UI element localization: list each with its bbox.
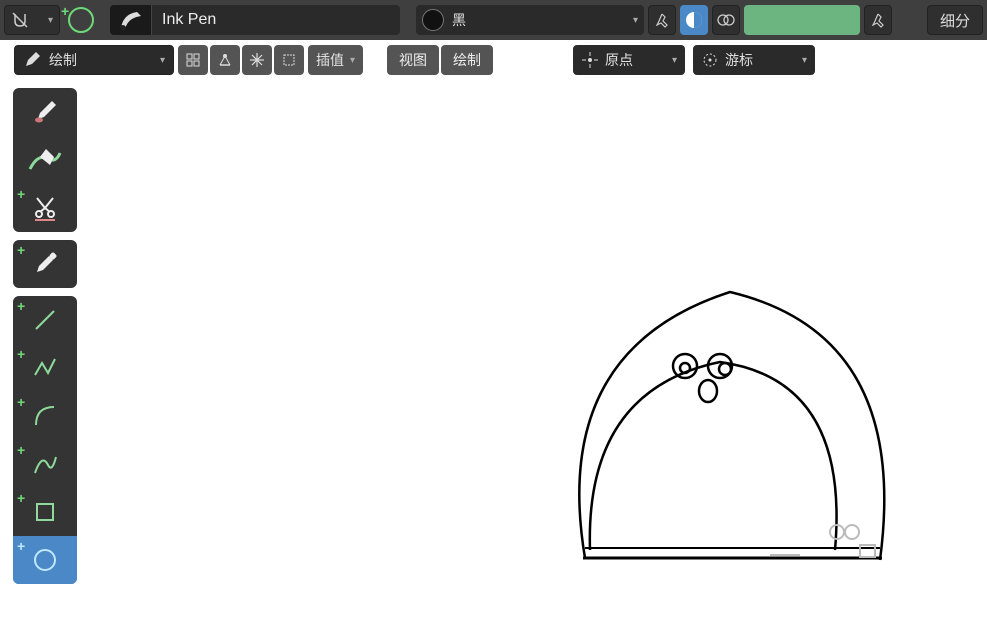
guide-dropdown[interactable]: 游标 ▾ (693, 45, 815, 75)
plus-icon: + (17, 538, 25, 554)
guide-label: 游标 (725, 50, 753, 70)
left-toolbar: + + + + + (13, 88, 77, 592)
tool-box[interactable]: + (13, 488, 77, 536)
chevron-down-icon: ▾ (672, 55, 677, 66)
view-menus: 视图 绘制 (387, 45, 493, 75)
cutter-icon (31, 194, 59, 222)
tool-curve[interactable]: + (13, 440, 77, 488)
material-swatch-icon (422, 9, 444, 31)
pin-icon (654, 12, 670, 28)
plus-icon: + (17, 186, 25, 202)
polyline-icon (30, 353, 60, 383)
canvas-drawing (80, 80, 987, 633)
cursor-icon (701, 51, 719, 69)
curve-icon (30, 449, 60, 479)
tool-line[interactable]: + (13, 296, 77, 344)
pin-icon (870, 12, 886, 28)
layer-color-bar[interactable] (744, 5, 860, 35)
drawing-canvas[interactable] (80, 80, 987, 633)
fill-icon (28, 147, 62, 173)
detail-label: 细分 (940, 10, 970, 31)
overlays-button[interactable] (712, 5, 740, 35)
grid-icon (184, 51, 202, 69)
shading-mode-button[interactable] (680, 5, 708, 35)
snap-grid-button[interactable] (178, 45, 208, 75)
box-icon (30, 497, 60, 527)
brush-name-field: Ink Pen (152, 11, 400, 29)
chevron-down-icon: ▾ (633, 15, 638, 26)
detail-dropdown[interactable]: 细分 (927, 5, 983, 35)
plus-icon: + (17, 242, 25, 258)
stroke-placement-dropdown[interactable]: 原点 ▾ (573, 45, 685, 75)
tool-draw[interactable] (13, 88, 77, 136)
mode-dropdown[interactable]: 绘制 ▾ (14, 45, 174, 75)
material-selector[interactable]: 黑 ▾ (416, 5, 644, 35)
draw-brush-icon (30, 97, 60, 127)
circle-icon (30, 545, 60, 575)
brush-selector[interactable]: Ink Pen (110, 5, 400, 35)
magnet-icon (11, 11, 29, 29)
stroke-placement-label: 原点 (605, 50, 633, 70)
tool-cutter[interactable]: + (13, 184, 77, 232)
chevron-down-icon: ▾ (160, 55, 165, 66)
plus-icon: + (17, 394, 25, 410)
plus-icon: + (17, 298, 25, 314)
top-header: ▾ + Ink Pen 黑 ▾ (0, 0, 987, 40)
pin-material-button[interactable] (648, 5, 676, 35)
tool-circle[interactable]: + (13, 536, 77, 584)
snap-edge-button[interactable] (242, 45, 272, 75)
burst-icon (248, 51, 266, 69)
plus-icon: + (17, 346, 25, 362)
plus-icon: + (17, 442, 25, 458)
interpolate-label: 插值 (316, 50, 344, 70)
sphere-icon (684, 10, 704, 30)
tool-fill[interactable] (13, 136, 77, 184)
face-icon (280, 51, 298, 69)
vertex-icon (216, 51, 234, 69)
menu-view[interactable]: 视图 (387, 45, 439, 75)
pin-button-2[interactable] (864, 5, 892, 35)
line-icon (30, 305, 60, 335)
material-name: 黑 (452, 10, 466, 30)
tool-eyedropper[interactable]: + (13, 240, 77, 288)
chevron-down-icon: ▾ (350, 55, 355, 66)
snap-dropdown[interactable]: ▾ (4, 5, 60, 35)
mode-label: 绘制 (49, 50, 77, 70)
tool-polyline[interactable]: + (13, 344, 77, 392)
snap-face-button[interactable] (274, 45, 304, 75)
plus-icon: + (17, 490, 25, 506)
secondary-toolbar: 绘制 ▾ 插值 ▾ 视图 绘制 (14, 45, 493, 75)
chevron-down-icon: ▾ (48, 15, 53, 26)
arc-icon (30, 401, 60, 431)
tool-arc[interactable]: + (13, 392, 77, 440)
overlays-icon (717, 11, 735, 29)
pivot-controls: 原点 ▾ 游标 ▾ (573, 45, 815, 75)
origin-icon (581, 51, 599, 69)
eyedropper-icon (31, 250, 59, 278)
menu-draw[interactable]: 绘制 (441, 45, 493, 75)
plus-icon: + (61, 3, 69, 19)
snap-group (178, 45, 304, 75)
interpolate-dropdown[interactable]: 插值 ▾ (308, 45, 363, 75)
chevron-down-icon: ▾ (802, 55, 807, 66)
snap-vertex-button[interactable] (210, 45, 240, 75)
brush-thumb-icon (110, 5, 152, 35)
brush-preview[interactable]: + (64, 5, 94, 35)
pencil-icon (23, 51, 41, 69)
